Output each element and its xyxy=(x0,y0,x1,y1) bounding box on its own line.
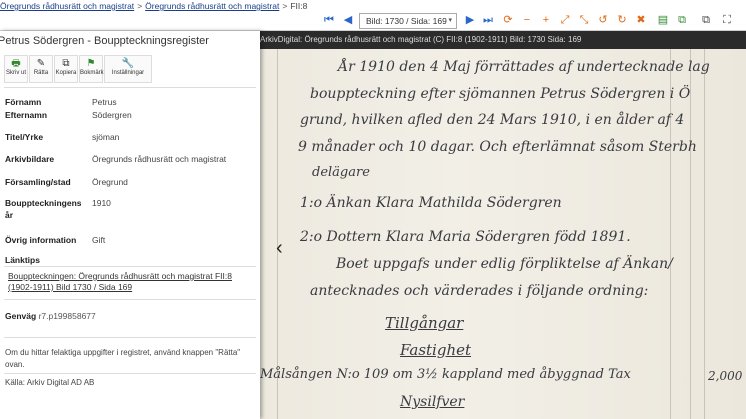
breadcrumb-item-archive[interactable]: Öregrunds rådhusrätt och magistrat xyxy=(0,1,134,11)
wrench-icon: 🔧 xyxy=(121,58,135,69)
column-line xyxy=(690,49,691,419)
field-label: Övrig information xyxy=(5,235,77,245)
breadcrumb-separator: > xyxy=(137,1,143,11)
correct-button-label: Rätta xyxy=(33,70,49,76)
handwriting-line: 9 månader och 10 dagar. Och efterlämnat … xyxy=(298,139,697,155)
handwriting-line: antecknades och värderades i följande or… xyxy=(310,283,649,299)
shortcut: Genväg r7.p199858677 xyxy=(5,311,96,321)
field-value: Petrus xyxy=(92,97,117,107)
source-text: Källa: Arkiv Digital AD AB xyxy=(5,378,95,387)
pencil-icon: ✎ xyxy=(36,58,46,69)
handwriting-line: 1:o Änkan Klara Mathilda Södergren xyxy=(300,195,562,211)
handwriting-line: delägare xyxy=(312,165,370,180)
breadcrumb: Öregrunds rådhusrätt och magistrat > Öregr… xyxy=(0,0,307,13)
column-line xyxy=(670,49,671,419)
image-viewer[interactable]: ArkivDigital: Öregrunds rådhusrätt och m… xyxy=(260,31,746,419)
fit-width-icon[interactable]: ⤡ xyxy=(577,13,591,27)
divider xyxy=(4,337,256,338)
field-label: Arkivbildare xyxy=(5,154,55,164)
field-label: Förnamn xyxy=(5,97,42,107)
print-icon[interactable]: ▤ xyxy=(656,13,670,27)
breadcrumb-item-volume: FII:8 xyxy=(290,1,308,11)
previous-page-icon[interactable]: ◀ xyxy=(341,13,355,27)
copy-icon: ⧉ xyxy=(62,58,70,69)
field-value: Gift xyxy=(92,235,106,245)
field-value: Öregrund xyxy=(92,177,128,187)
handwriting-line: Boet uppgafs under edlig förpliktelse af… xyxy=(336,256,673,272)
correction-note: Om du hittar felaktiga uppgifter i regis… xyxy=(5,348,241,369)
settings-button-label: Inställningar xyxy=(111,70,145,76)
divider xyxy=(4,299,256,300)
handwriting-heading: Nysilfver xyxy=(400,394,465,410)
links-heading: Länktips xyxy=(5,255,40,265)
handwriting-line: 2:o Dottern Klara Maria Södergren född 1… xyxy=(300,229,631,245)
chevron-left-icon[interactable]: ‹ xyxy=(276,237,283,260)
first-page-icon[interactable]: ⏮ xyxy=(322,13,336,27)
field-label: Titel/Yrke xyxy=(5,132,44,142)
copy-button-label: Kopiera xyxy=(55,70,77,76)
divider xyxy=(4,87,256,88)
handwriting-line: bouppteckning efter sjömannen Petrus Söd… xyxy=(310,86,691,102)
panel-title: Petrus Södergren - Bouppteckningsregiste… xyxy=(0,35,209,47)
fit-page-icon[interactable]: ⤢ xyxy=(558,13,572,27)
fullscreen-icon[interactable]: ⛶ xyxy=(720,13,734,27)
scanned-document[interactable]: År 1910 den 4 Maj förrättades af underte… xyxy=(260,49,746,419)
handwriting-line: Målsången N:o 109 om 3½ kappland med åby… xyxy=(260,367,631,382)
zoom-out-icon[interactable]: − xyxy=(520,13,534,27)
bookmark-button-label: Bokmärk xyxy=(80,70,104,76)
bookmark-icon: ⚑ xyxy=(86,58,96,69)
next-page-icon[interactable]: ▶ xyxy=(463,13,477,27)
breadcrumb-separator: > xyxy=(282,1,288,11)
handwriting-amount: 2,000 xyxy=(708,369,743,383)
field-value: 1910 xyxy=(92,198,111,208)
image-caption: ArkivDigital: Öregrunds rådhusrätt och m… xyxy=(260,31,746,49)
rotate-right-icon[interactable]: ↻ xyxy=(615,13,629,27)
print-button[interactable]: 🖶 Skriv ut xyxy=(4,55,28,83)
field-value: Öregrunds rådhusrätt och magistrat xyxy=(92,154,227,164)
field-label: Efternamn xyxy=(5,110,48,120)
field-label: Bouppteckningens år xyxy=(5,198,82,220)
refresh-icon[interactable]: ⟳ xyxy=(501,13,515,27)
field-label: Församling/stad xyxy=(5,177,71,187)
handwriting-line: År 1910 den 4 Maj förrättades af underte… xyxy=(338,59,710,75)
field-value: Södergren xyxy=(92,110,132,120)
panel-actions: 🖶 Skriv ut ✎ Rätta ⧉ Kopiera ⚑ Bokmärk 🔧… xyxy=(4,55,153,85)
printer-icon: 🖶 xyxy=(11,58,21,69)
bookmark-button[interactable]: ⚑ Bokmärk xyxy=(79,55,104,83)
field-value: sjöman xyxy=(92,132,120,142)
inventory-link[interactable]: Bouppteckningen: Öregrunds rådhusrätt oc… xyxy=(8,271,256,293)
last-page-icon[interactable]: ⏭ xyxy=(481,13,495,27)
page-select[interactable]: Bild: 1730 / Sida: 169 ▾ xyxy=(359,13,457,29)
settings-button[interactable]: 🔧 Inställningar xyxy=(104,55,152,83)
correct-button[interactable]: ✎ Rätta xyxy=(29,55,53,83)
copy-button[interactable]: ⧉ Kopiera xyxy=(54,55,78,83)
rotate-left-icon[interactable]: ↺ xyxy=(596,13,610,27)
page-select-value: Bild: 1730 / Sida: 169 xyxy=(366,16,447,26)
register-panel: Petrus Södergren - Bouppteckningsregiste… xyxy=(0,31,260,419)
top-toolbar: Öregrunds rådhusrätt och magistrat > Öregr… xyxy=(0,0,746,31)
breadcrumb-item-archive-2[interactable]: Öregrunds rådhusrätt och magistrat xyxy=(145,1,279,11)
copy-icon[interactable]: ⧉ xyxy=(675,13,689,27)
divider xyxy=(4,266,256,267)
handwriting-line: grund, hvilken afled den 24 Mars 1910, i… xyxy=(300,112,685,128)
shortcut-label: Genväg xyxy=(5,311,37,321)
divider xyxy=(4,373,256,374)
margin-line xyxy=(277,49,278,419)
column-line xyxy=(704,49,705,419)
close-icon[interactable]: ✖ xyxy=(634,13,648,27)
print-button-label: Skriv ut xyxy=(5,70,26,76)
handwriting-heading: Fastighet xyxy=(400,341,472,359)
handwriting-heading: Tillgångar xyxy=(385,314,464,332)
chevron-down-icon: ▾ xyxy=(448,17,452,24)
shortcut-value[interactable]: r7.p199858677 xyxy=(39,311,96,321)
zoom-in-icon[interactable]: + xyxy=(539,13,553,27)
copy-image-icon[interactable]: ⧉ xyxy=(699,13,713,27)
